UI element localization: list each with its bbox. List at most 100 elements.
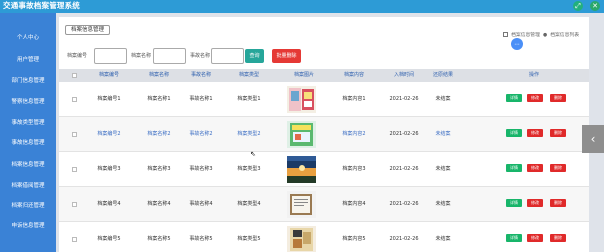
sidebar-item-archives[interactable]: 档案信息管理 — [0, 155, 56, 175]
breadcrumb-separator: ● — [542, 33, 548, 38]
archive-image — [287, 86, 316, 113]
table-row: 档案编号4 档案名称4 事故名称4 档案类型4 档案内容4 2021-02-26… — [59, 187, 589, 222]
cell-archive-type: 档案类型4 — [237, 201, 261, 207]
detail-button[interactable]: 详情 — [506, 199, 522, 207]
sidebar-item-accident-types[interactable]: 事故类型管理 — [0, 113, 56, 133]
sidebar-item-appeal[interactable]: 申诉信息管理 — [0, 216, 56, 236]
row-checkbox[interactable] — [72, 167, 77, 172]
main-panel: 档案信息管理 档案信息管理 ● 档案信息列表 ••• 档案编号 档案名称 事故名… — [59, 17, 589, 252]
cell-archive-type: 档案类型5 — [237, 236, 261, 242]
edit-button[interactable]: 修改 — [527, 234, 543, 242]
col-result[interactable]: 还原结果 — [423, 69, 463, 82]
cell-result: 未结案 — [435, 201, 451, 207]
cell-archive-type: 档案类型2 — [237, 131, 261, 137]
sidebar-item-profile[interactable]: 个人中心 — [0, 28, 56, 48]
sidebar-item-accidents[interactable]: 事故信息管理 — [0, 133, 56, 153]
col-archive-image: 档案图片 — [293, 72, 314, 78]
detail-button[interactable]: 详情 — [506, 94, 522, 102]
cell-accident-name: 事故名称5 — [189, 236, 213, 242]
cell-accident-name: 事故名称2 — [189, 131, 213, 137]
table-row: 档案编号3 档案名称3 事故名称3 档案类型3 档案内容3 2021-02-26… — [59, 152, 589, 187]
edit-button[interactable]: 修改 — [527, 164, 543, 172]
breadcrumb: 档案信息管理 ● 档案信息列表 — [502, 31, 579, 38]
col-archive-no[interactable]: 档案编号 — [89, 69, 129, 82]
sidebar-item-borrow[interactable]: 档案借阅管理 — [0, 176, 56, 196]
cell-accident-name: 事故名称3 — [189, 166, 213, 172]
archive-no-input[interactable] — [94, 48, 127, 64]
mouse-cursor-icon: ⇖ — [250, 150, 256, 158]
edit-button[interactable]: 修改 — [527, 129, 543, 137]
cell-archive-name: 档案名称5 — [147, 236, 171, 242]
row-checkbox[interactable] — [72, 237, 77, 242]
sidebar: 个人中心 用户管理 部门信息管理 警察信息管理 事故类型管理 事故信息管理 档案… — [0, 13, 56, 252]
col-archive-name[interactable]: 档案名称 — [139, 69, 179, 82]
cell-archive-no: 档案编号1 — [97, 96, 121, 102]
table-row: 档案编号2 档案名称2 事故名称2 档案类型2 档案内容2 2021-02-26… — [59, 117, 589, 152]
delete-button[interactable]: 删除 — [550, 94, 566, 102]
accident-name-input[interactable] — [211, 48, 244, 64]
col-archive-type[interactable]: 档案类型 — [229, 69, 269, 82]
table-row: 档案编号5 档案名称5 事故名称5 档案类型5 档案内容5 2021-02-26… — [59, 222, 589, 252]
cell-filed-date: 2021-02-26 — [389, 166, 419, 172]
collapse-arrow-icon[interactable]: ‹ — [582, 125, 604, 153]
delete-button[interactable]: 删除 — [550, 164, 566, 172]
archive-image — [287, 121, 316, 148]
detail-button[interactable]: 详情 — [506, 129, 522, 137]
detail-button[interactable]: 详情 — [506, 234, 522, 242]
search-label-no: 档案编号 — [67, 53, 88, 59]
cell-archive-name: 档案名称2 — [147, 131, 171, 137]
row-checkbox[interactable] — [72, 97, 77, 102]
cell-filed-date: 2021-02-26 — [389, 131, 419, 137]
delete-button[interactable]: 删除 — [550, 199, 566, 207]
cell-archive-type: 档案类型3 — [237, 166, 261, 172]
detail-button[interactable]: 详情 — [506, 164, 522, 172]
cell-result: 未结案 — [435, 96, 451, 102]
search-label-accident: 事故名称 — [190, 53, 211, 59]
archive-name-input[interactable] — [153, 48, 186, 64]
search-bar: 档案编号 档案名称 事故名称 查询 批量删除 — [65, 48, 565, 64]
cell-filed-date: 2021-02-26 — [389, 201, 419, 207]
table-row: 档案编号1 档案名称1 事故名称1 档案类型1 档案内容1 2021-02-26… — [59, 82, 589, 117]
sidebar-item-return[interactable]: 档案归还管理 — [0, 196, 56, 216]
cell-accident-name: 事故名称1 — [189, 96, 213, 102]
batch-delete-button[interactable]: 批量删除 — [272, 49, 301, 63]
search-label-name: 档案名称 — [131, 53, 152, 59]
cell-result: 未结案 — [435, 131, 451, 137]
sidebar-item-police[interactable]: 警察信息管理 — [0, 92, 56, 112]
home-icon[interactable] — [502, 32, 508, 37]
cell-filed-date: 2021-02-26 — [389, 236, 419, 242]
row-checkbox[interactable] — [72, 202, 77, 207]
col-archive-content[interactable]: 档案内容 — [334, 69, 374, 82]
cell-archive-no: 档案编号5 — [97, 236, 121, 242]
cell-archive-name: 档案名称4 — [147, 201, 171, 207]
row-checkbox[interactable] — [72, 132, 77, 137]
breadcrumb-button[interactable]: 档案信息管理 — [65, 25, 111, 35]
cell-archive-no: 档案编号2 — [97, 131, 121, 137]
delete-button[interactable]: 删除 — [550, 234, 566, 242]
cell-archive-no: 档案编号3 — [97, 166, 121, 172]
table-header: 档案编号 档案名称 事故名称 档案类型 档案图片 档案内容 入档时间 还原结果 … — [59, 69, 589, 82]
cell-result: 未结案 — [435, 166, 451, 172]
cell-archive-content: 档案内容4 — [342, 201, 366, 207]
archive-image — [287, 156, 316, 183]
cell-archive-content: 档案内容1 — [342, 96, 366, 102]
cell-accident-name: 事故名称4 — [189, 201, 213, 207]
delete-button[interactable]: 删除 — [550, 129, 566, 137]
col-filed-date[interactable]: 入档时间 — [384, 69, 424, 82]
cell-archive-content: 档案内容2 — [342, 131, 366, 137]
close-icon[interactable]: ✕ — [590, 1, 600, 11]
archive-image — [287, 226, 316, 252]
edit-button[interactable]: 修改 — [527, 199, 543, 207]
col-accident-name[interactable]: 事故名称 — [181, 69, 221, 82]
sidebar-item-departments[interactable]: 部门信息管理 — [0, 71, 56, 91]
expand-icon[interactable]: ⤢ — [573, 1, 583, 11]
cell-archive-no: 档案编号4 — [97, 201, 121, 207]
edit-button[interactable]: 修改 — [527, 94, 543, 102]
select-all-checkbox[interactable] — [72, 73, 77, 78]
cell-archive-name: 档案名称3 — [147, 166, 171, 172]
col-actions: 操作 — [528, 72, 539, 78]
search-button[interactable]: 查询 — [245, 49, 264, 63]
app-title: 交通事故档案管理系统 — [3, 1, 80, 10]
archive-image — [287, 191, 316, 218]
sidebar-item-users[interactable]: 用户管理 — [0, 50, 56, 70]
